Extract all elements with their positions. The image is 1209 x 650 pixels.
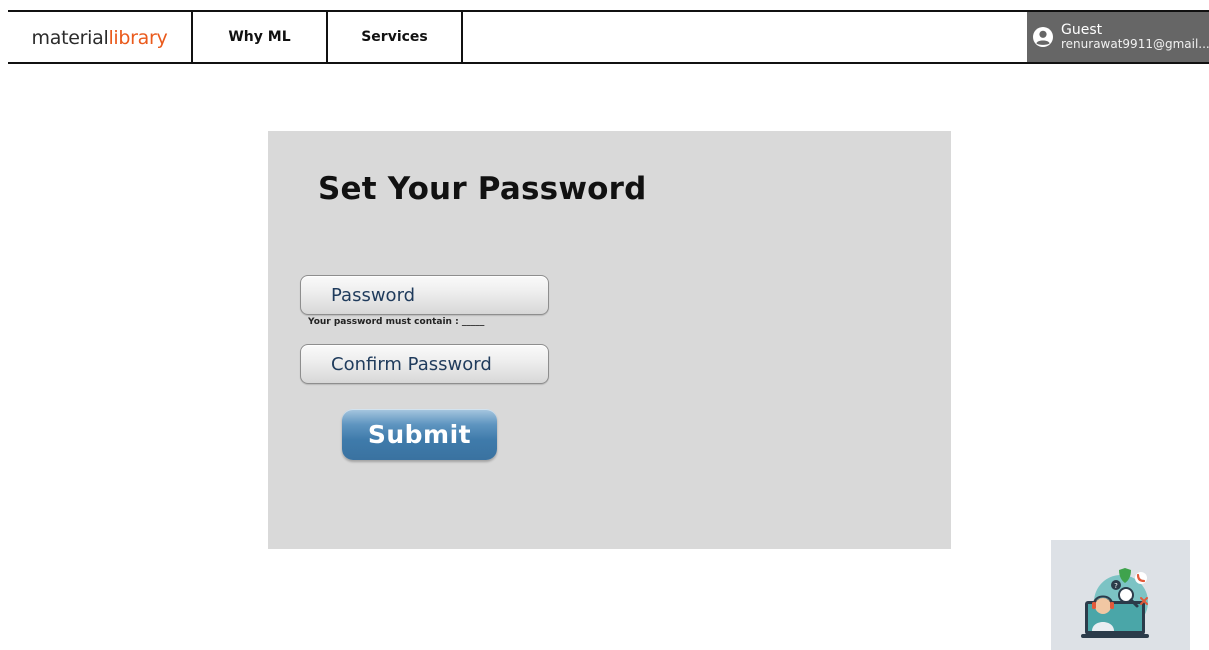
user-name: Guest bbox=[1061, 23, 1103, 39]
user-email: renurawat9911@gmail... bbox=[1061, 37, 1209, 51]
svg-text:?: ? bbox=[1114, 582, 1118, 590]
logo-text-library: library bbox=[108, 27, 168, 49]
page-title: Set Your Password bbox=[318, 171, 647, 207]
logo-text-material: material bbox=[31, 27, 109, 49]
password-field[interactable]: Password bbox=[300, 275, 549, 315]
confirm-password-field[interactable]: Confirm Password bbox=[300, 344, 549, 384]
top-navigation-bar: material library Why ML Services Guest re… bbox=[8, 10, 1209, 64]
password-hint: Your password must contain : _____ bbox=[308, 317, 485, 327]
user-circle-icon bbox=[1032, 26, 1054, 48]
submit-button[interactable]: Submit bbox=[342, 409, 497, 460]
support-chat-widget[interactable]: ? bbox=[1051, 540, 1190, 650]
materiallibrary-logo[interactable]: material library bbox=[8, 12, 193, 62]
set-password-card: Set Your Password Password Your password… bbox=[268, 131, 951, 549]
user-info: Guest renurawat9911@gmail... bbox=[1061, 23, 1209, 50]
nav-services[interactable]: Services bbox=[328, 12, 463, 62]
customer-support-icon: ? bbox=[1081, 568, 1149, 638]
nav-why-ml[interactable]: Why ML bbox=[193, 12, 328, 62]
user-account-button[interactable]: Guest renurawat9911@gmail... bbox=[1027, 12, 1209, 62]
